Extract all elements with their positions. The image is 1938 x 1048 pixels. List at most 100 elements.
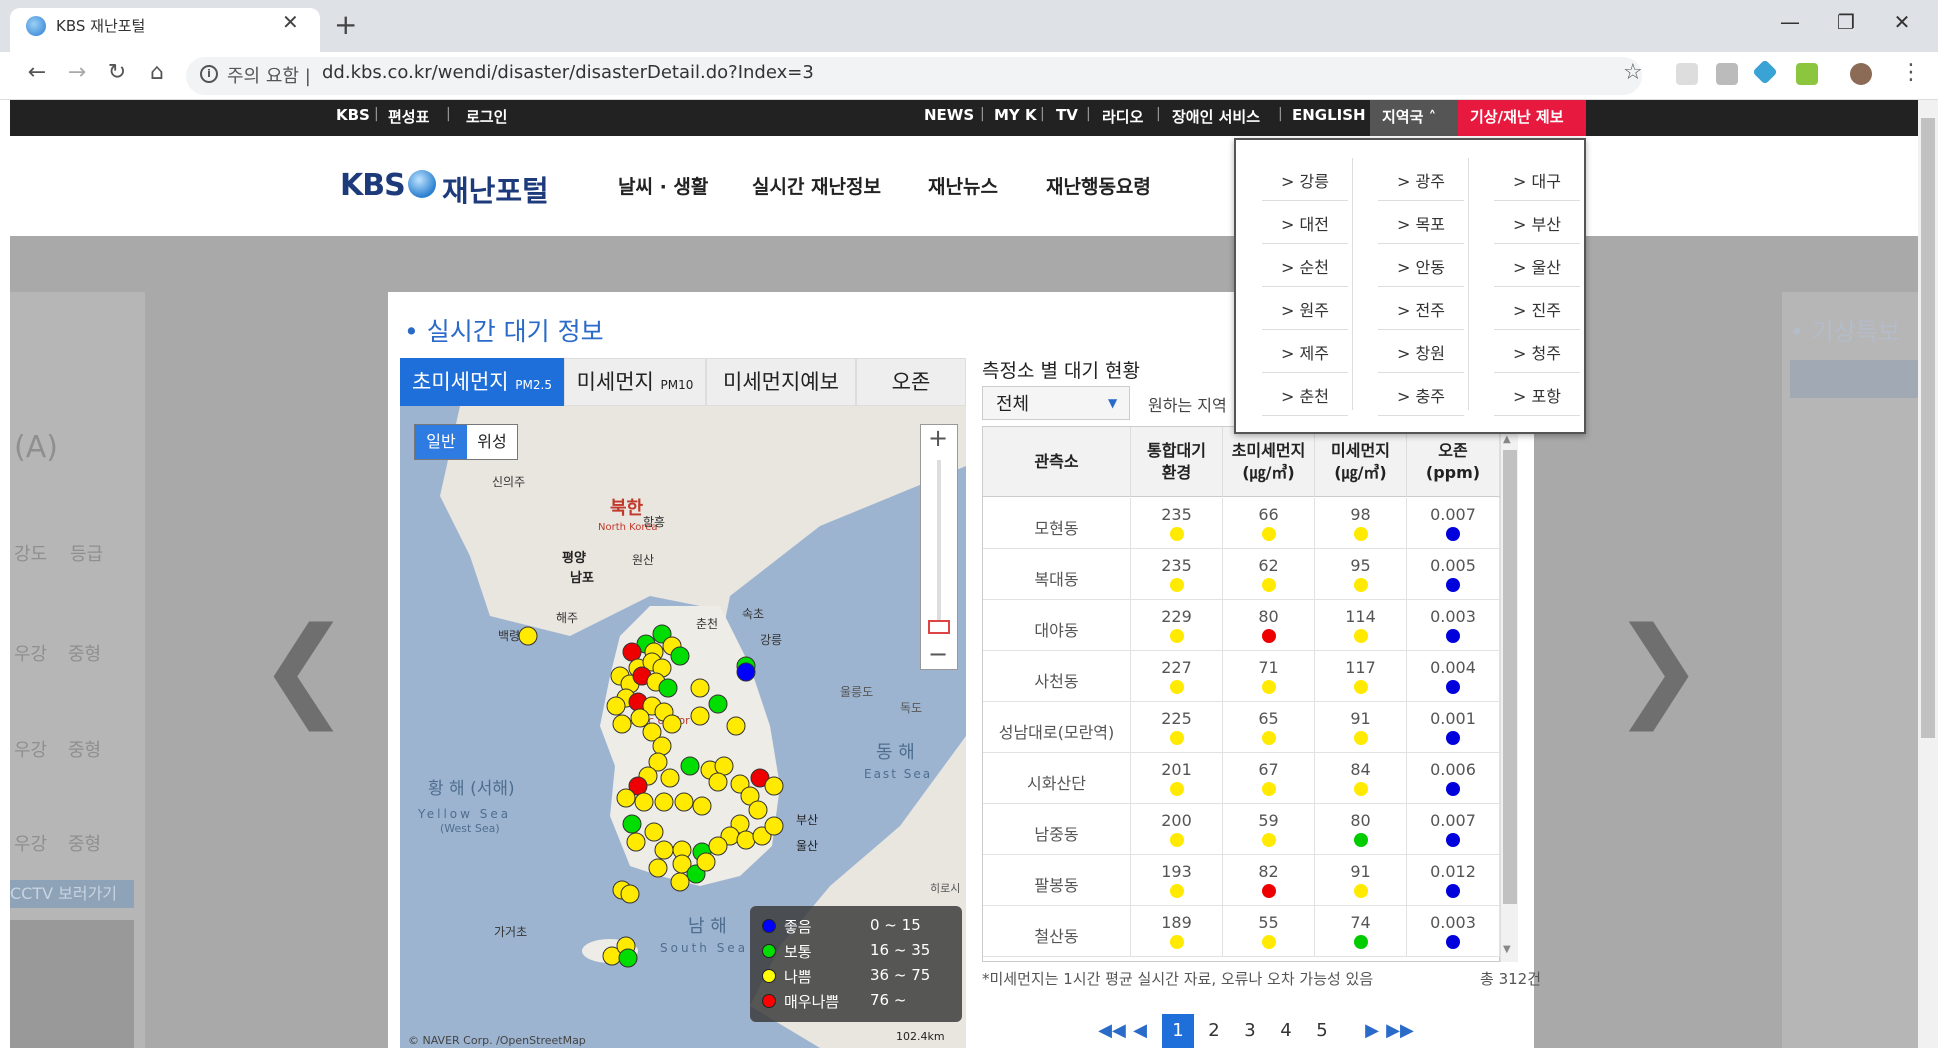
station-marker[interactable] [620,884,640,904]
back-icon[interactable]: ← [22,60,52,85]
profile-avatar[interactable] [1850,63,1872,85]
station-markers[interactable] [518,624,784,968]
region-menu-item[interactable]: > 안동 [1378,254,1464,287]
region-menu-item[interactable]: > 울산 [1494,254,1580,287]
region-menu-item[interactable]: > 목포 [1378,211,1464,244]
station-marker[interactable] [764,816,784,836]
station-marker[interactable] [616,788,636,808]
forward-icon[interactable]: → [62,60,92,85]
prev-slide-arrow[interactable]: ❮ [258,612,350,722]
reload-icon[interactable]: ↻ [102,60,132,85]
page-1[interactable]: 1 [1162,1014,1194,1048]
station-marker[interactable] [708,694,728,714]
region-label[interactable]: 지역국 ˄ [1382,106,1436,127]
station-name-cell[interactable]: 모현동 [983,498,1131,549]
station-name-cell[interactable]: 사천동 [983,651,1131,702]
region-menu-item[interactable]: > 포항 [1494,383,1580,416]
minimize-icon[interactable]: — [1770,10,1810,34]
region-menu-item[interactable]: > 춘천 [1262,383,1348,416]
station-marker[interactable] [648,858,668,878]
station-marker[interactable] [692,796,712,816]
station-marker[interactable] [660,768,680,788]
page-2[interactable]: 2 [1198,1014,1230,1048]
logo-text[interactable]: 재난포털 [442,168,549,210]
extension-ex-icon[interactable] [1716,63,1738,85]
region-select-value[interactable]: 전체 [996,390,1029,416]
station-marker[interactable] [670,646,690,666]
region-menu-item[interactable]: > 전주 [1378,297,1464,330]
region-menu-item[interactable]: > 대전 [1262,211,1348,244]
tab-pm10[interactable]: 미세먼지 PM10 [564,358,706,406]
station-marker[interactable] [622,642,642,662]
security-warning[interactable]: 주의 요함 | [227,62,311,88]
news-link[interactable]: NEWS [924,106,974,124]
page-scroll-thumb[interactable] [1921,118,1935,738]
station-marker[interactable] [726,716,746,736]
station-name-cell[interactable]: 철산동 [983,906,1131,957]
station-name-cell[interactable]: 팔봉동 [983,855,1131,906]
zoom-in-icon[interactable]: + [928,424,948,452]
info-icon[interactable]: i [200,65,218,83]
station-marker[interactable] [736,662,756,682]
map-normal-button[interactable]: 일반 [415,425,467,459]
window-close-icon[interactable]: ✕ [1882,10,1922,34]
station-marker[interactable] [670,872,690,892]
station-marker[interactable] [658,678,678,698]
station-marker[interactable] [644,822,664,842]
close-tab-icon[interactable]: ✕ [282,10,299,34]
region-menu-item[interactable]: > 진주 [1494,297,1580,330]
nav-weather[interactable]: 날씨 · 생활 [618,172,708,199]
station-marker[interactable] [708,772,728,792]
station-marker[interactable] [518,626,538,646]
nav-news[interactable]: 재난뉴스 [928,172,998,199]
report-label[interactable]: 기상/재난 제보 [1470,106,1564,127]
station-marker[interactable] [626,832,646,852]
station-marker[interactable] [654,840,674,860]
station-marker[interactable] [690,678,710,698]
region-menu-item[interactable]: > 강릉 [1262,168,1348,201]
region-menu-item[interactable]: > 순천 [1262,254,1348,287]
page-3[interactable]: 3 [1234,1014,1266,1048]
station-marker[interactable] [654,792,674,812]
region-menu-item[interactable]: > 대구 [1494,168,1580,201]
bookmark-star-icon[interactable]: ☆ [1623,60,1643,85]
tab-forecast[interactable]: 미세먼지예보 [706,358,856,406]
station-marker[interactable] [696,852,716,872]
scroll-down-icon[interactable]: ▼ [1503,944,1511,955]
dropdown-arrow-icon[interactable]: ▼ [1108,396,1117,410]
logo-kbs[interactable]: KBS [340,168,406,203]
region-menu-item[interactable]: > 제주 [1262,340,1348,373]
url-text[interactable]: dd.kbs.co.kr/wendi/disaster/disasterDeta… [322,62,814,83]
zoom-out-icon[interactable]: − [928,640,948,668]
page-5[interactable]: 5 [1306,1014,1338,1048]
tab-ozone[interactable]: 오존 [856,358,966,406]
new-tab-button[interactable]: + [334,8,357,41]
login-link[interactable]: 로그인 [466,106,507,127]
region-menu-item[interactable]: > 부산 [1494,211,1580,244]
tv-link[interactable]: TV [1056,106,1078,124]
kbs-home-link[interactable]: KBS [336,106,370,124]
station-marker[interactable] [680,756,700,776]
nav-realtime[interactable]: 실시간 재난정보 [752,172,881,199]
zoom-handle[interactable] [928,620,950,634]
page-4[interactable]: 4 [1270,1014,1302,1048]
station-name-cell[interactable]: 성남대로(모란역) [983,702,1131,753]
schedule-link[interactable]: 편성표 [388,106,429,127]
region-menu-item[interactable]: > 충주 [1378,383,1464,416]
station-marker[interactable] [748,800,768,820]
station-marker[interactable] [736,830,756,850]
region-menu-item[interactable]: > 원주 [1262,297,1348,330]
restore-icon[interactable]: ❐ [1826,10,1866,34]
station-name-cell[interactable]: 복대동 [983,549,1131,600]
station-marker[interactable] [714,756,734,776]
extension-icon[interactable] [1676,63,1698,85]
station-marker[interactable] [662,714,682,734]
station-marker[interactable] [634,792,654,812]
station-marker[interactable] [690,706,710,726]
region-menu-item[interactable]: > 광주 [1378,168,1464,201]
station-name-cell[interactable]: 대야동 [983,600,1131,651]
extension-green-icon[interactable] [1796,63,1818,85]
station-marker[interactable] [764,776,784,796]
station-name-cell[interactable]: 남중동 [983,804,1131,855]
region-menu-item[interactable]: > 창원 [1378,340,1464,373]
